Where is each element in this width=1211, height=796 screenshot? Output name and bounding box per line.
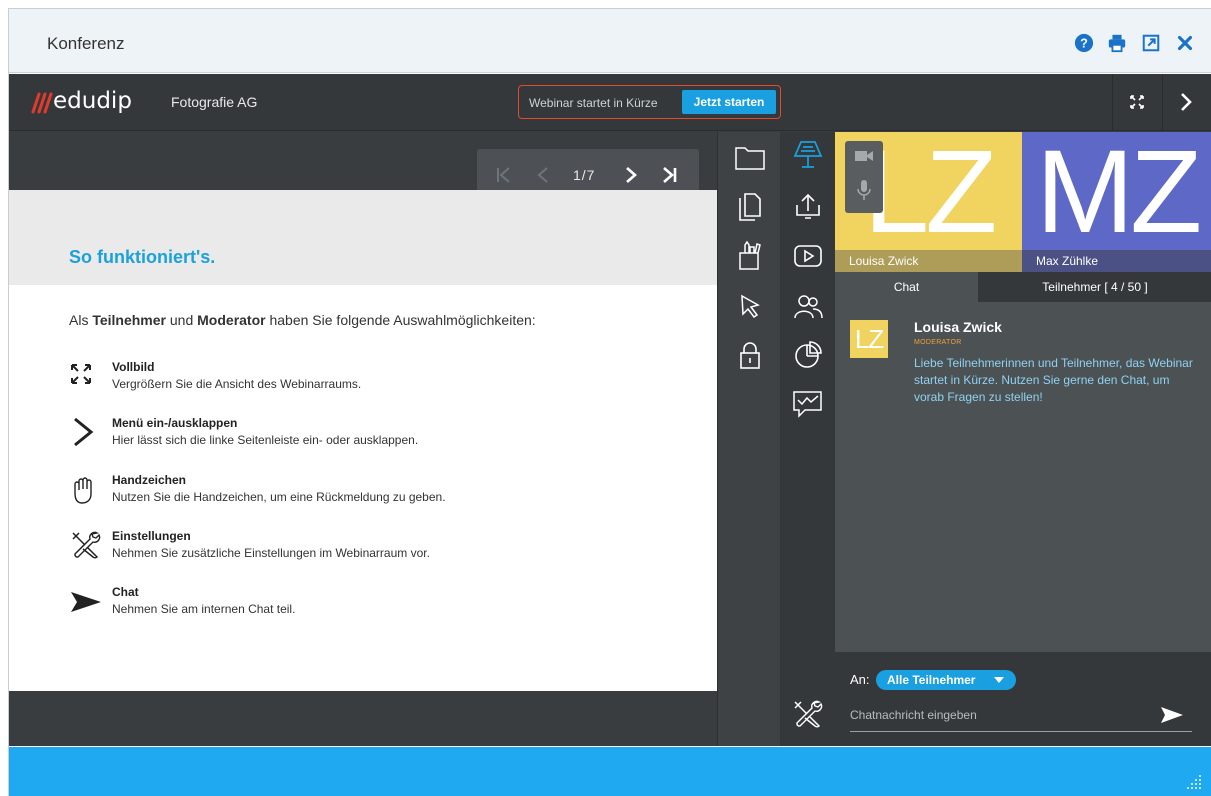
video-tile-louisa[interactable]: LZ Louisa Zwick <box>835 132 1022 272</box>
next-page-icon[interactable] <box>623 163 639 187</box>
feature-title: Einstellungen <box>112 529 191 543</box>
feature-title: Handzeichen <box>112 473 187 487</box>
tool-column-right <box>780 132 835 746</box>
side-panel: LZ Louisa Zwick MZ Max Zühlke Chat Teiln… <box>835 132 1211 746</box>
pointer-icon[interactable] <box>733 290 767 322</box>
poll-icon[interactable] <box>791 339 825 371</box>
microphone-icon[interactable] <box>857 179 871 201</box>
resize-grip-icon[interactable] <box>1185 773 1203 791</box>
feature-settings: Einstellungen Nehmen Sie zusätzliche Ein… <box>69 529 669 573</box>
logo-text: edudip <box>53 88 132 114</box>
video-tile-max[interactable]: MZ Max Zühlke <box>1022 132 1211 272</box>
camera-icon[interactable] <box>854 149 874 163</box>
video-initials: MZ <box>1035 132 1202 258</box>
topbar-divider <box>1112 74 1113 131</box>
fullscreen-icon[interactable] <box>1129 94 1145 110</box>
users-icon[interactable] <box>791 290 825 322</box>
slide-title: So funktioniert's. <box>69 247 216 267</box>
first-page-icon[interactable] <box>495 163 513 187</box>
tool-column-left <box>717 132 780 746</box>
tab-chat[interactable]: Chat <box>835 272 978 302</box>
recipient-value: Alle Teilnehmer <box>887 673 976 687</box>
slide: So funktioniert's. Als Teilnehmer und Mo… <box>9 190 717 691</box>
feature-desc: Nehmen Sie am internen Chat teil. <box>112 602 296 616</box>
intro-role-moderator: Moderator <box>197 312 266 328</box>
intro-prefix: Als <box>69 312 93 328</box>
chevron-right-icon <box>74 417 94 447</box>
lock-icon[interactable] <box>733 339 767 371</box>
page-indicator: 1/7 <box>573 167 596 183</box>
feature-title: Vollbild <box>112 360 155 374</box>
recipient-label: An: <box>850 672 870 687</box>
dialog-title: Konferenz <box>47 34 125 53</box>
company-name: Fotografie AG <box>171 94 258 110</box>
feature-title: Chat <box>112 585 139 599</box>
bottom-bar <box>9 747 1211 796</box>
fullscreen-icon <box>71 364 91 384</box>
topbar-divider <box>1162 74 1163 131</box>
close-icon[interactable] <box>1174 33 1196 53</box>
message-text: Liebe Teilnehmerinnen und Teilnehmer, da… <box>914 356 1193 404</box>
feature-desc: Hier lässt sich die linke Seitenleiste e… <box>112 433 419 447</box>
presentation-area: 1/7 So funktioniert's. Als Teilnehmer un… <box>9 132 717 746</box>
app-topbar: edudip Fotografie AG Webinar startet in … <box>9 74 1211 131</box>
webinar-status-text: Webinar startet in Kürze <box>529 96 658 110</box>
feature-hand-raise: Handzeichen Nutzen Sie die Handzeichen, … <box>69 473 669 517</box>
feature-desc: Nutzen Sie die Handzeichen, um eine Rück… <box>112 490 446 504</box>
intro-role-participant: Teilnehmer <box>92 312 166 328</box>
chat-input[interactable] <box>850 698 1192 732</box>
documents-icon[interactable] <box>733 190 767 222</box>
webinar-status-box: Webinar startet in Kürze Jetzt starten <box>518 85 781 119</box>
share-screen-icon[interactable] <box>791 191 825 223</box>
hand-raise-icon <box>74 477 92 504</box>
presentation-icon[interactable] <box>791 138 825 170</box>
feature-menu-toggle: Menü ein-/ausklappen Hier lässt sich die… <box>69 416 669 460</box>
intro-suffix: haben Sie folgende Auswahlmöglichkeiten: <box>265 312 536 328</box>
send-icon <box>71 592 101 612</box>
conference-dialog: Konferenz ? edudip Fotografie AG Webinar… <box>8 8 1211 796</box>
dialog-titlebar: Konferenz ? <box>9 9 1211 73</box>
chat-composer: An: Alle Teilnehmer <box>835 652 1211 746</box>
video-name: Louisa Zwick <box>835 250 1022 272</box>
chevron-right-icon[interactable] <box>1179 91 1193 113</box>
settings-tools-icon <box>72 531 101 559</box>
feature-desc: Vergrößern Sie die Ansicht des Webinarra… <box>112 377 362 391</box>
caret-down-icon <box>994 677 1004 683</box>
video-name: Max Zühlke <box>1022 250 1211 272</box>
feature-desc: Nehmen Sie zusätzliche Einstellungen im … <box>112 546 430 560</box>
avatar: LZ <box>850 320 888 358</box>
feature-fullscreen: Vollbild Vergrößern Sie die Ansicht des … <box>69 360 669 404</box>
svg-text:?: ? <box>1080 36 1088 51</box>
send-icon[interactable] <box>1160 705 1184 725</box>
tab-participants[interactable]: Teilnehmer [ 4 / 50 ] <box>978 272 1211 302</box>
slide-header: So funktioniert's. <box>9 190 717 285</box>
last-page-icon[interactable] <box>660 163 678 187</box>
webinar-app: edudip Fotografie AG Webinar startet in … <box>9 74 1211 746</box>
help-icon[interactable]: ? <box>1073 33 1095 53</box>
print-icon[interactable] <box>1106 33 1128 53</box>
slide-intro: Als Teilnehmer und Moderator haben Sie f… <box>69 312 536 328</box>
intro-mid: und <box>166 312 198 328</box>
pens-icon[interactable] <box>733 239 767 271</box>
edudip-logo-icon <box>31 92 53 114</box>
message-author: Louisa Zwick <box>914 319 1002 335</box>
feature-chat: Chat Nehmen Sie am internen Chat teil. <box>69 585 669 629</box>
chat-poll-icon[interactable] <box>791 388 825 420</box>
message-role-badge: MODERATOR <box>914 339 962 346</box>
start-webinar-button[interactable]: Jetzt starten <box>682 90 776 114</box>
external-link-icon[interactable] <box>1140 33 1162 53</box>
settings-tools-icon[interactable] <box>791 698 825 730</box>
recipient-select[interactable]: Alle Teilnehmer <box>876 670 1016 690</box>
video-play-icon[interactable] <box>791 240 825 272</box>
media-controls <box>845 141 883 213</box>
chat-message-list: LZ Louisa Zwick MODERATOR Liebe Teilnehm… <box>835 302 1211 652</box>
folder-icon[interactable] <box>733 141 767 173</box>
panel-tabs: Chat Teilnehmer [ 4 / 50 ] <box>835 272 1211 302</box>
feature-title: Menü ein-/ausklappen <box>112 416 238 430</box>
previous-page-icon[interactable] <box>535 163 551 187</box>
